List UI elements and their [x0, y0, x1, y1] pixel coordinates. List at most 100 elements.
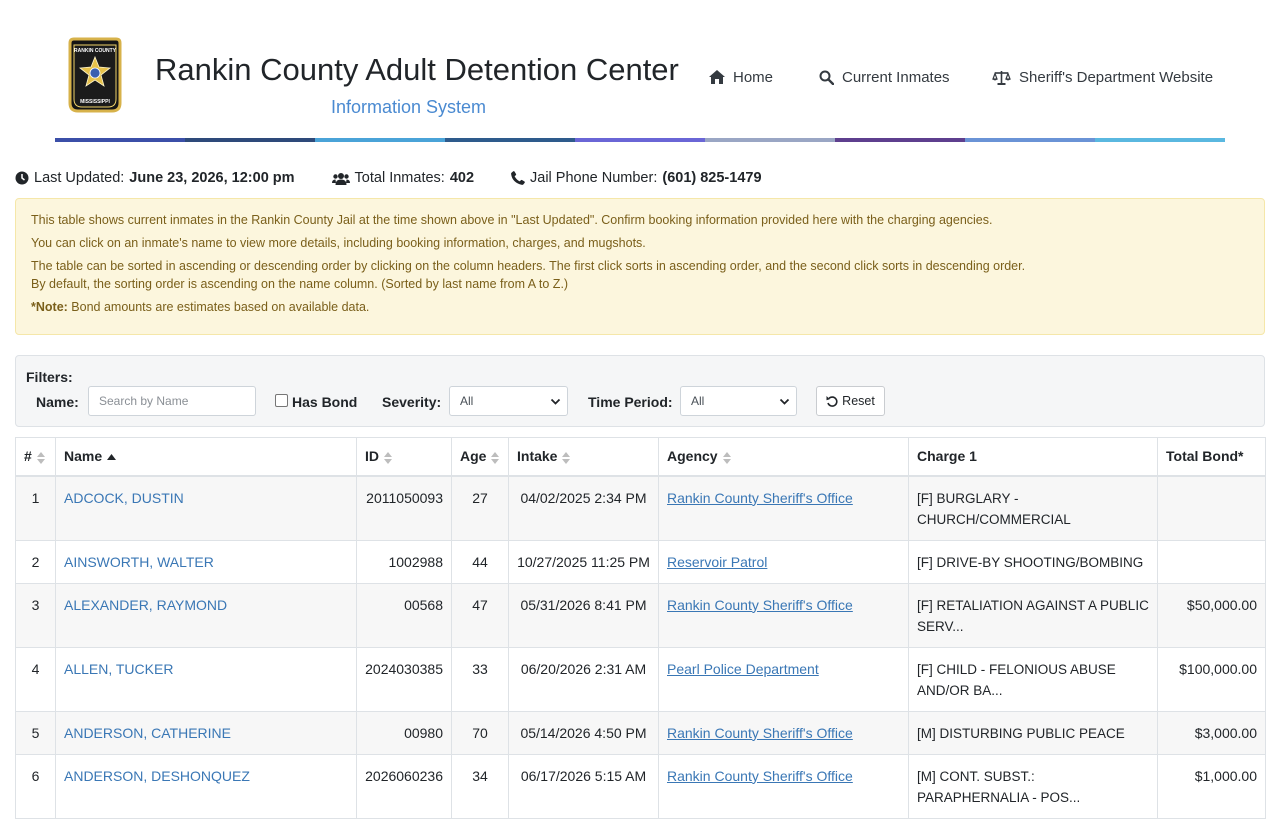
notice-line: You can click on an inmate's name to vie… — [31, 236, 646, 250]
column-header-agency[interactable]: Agency — [658, 437, 909, 477]
notice-line: This table shows current inmates in the … — [31, 213, 993, 227]
column-header-total-bond: Total Bond* — [1157, 437, 1266, 477]
cell-charge: [M] DISTURBING PUBLIC PEACE — [908, 710, 1158, 755]
cell-charge: [F] DRIVE-BY SHOOTING/BOMBING — [908, 539, 1158, 584]
cell-age: 34 — [451, 753, 509, 819]
chevron-down-icon — [779, 398, 790, 405]
last-updated-value: June 23, 2026, 12:00 pm — [129, 170, 295, 186]
svg-text:MISSISSIPPI: MISSISSIPPI — [80, 99, 110, 105]
undo-icon — [826, 396, 838, 407]
cell-name: ADCOCK, DUSTIN — [55, 475, 357, 541]
sort-asc-icon — [107, 454, 117, 461]
table-row: 6 ANDERSON, DESHONQUEZ 2026060236 34 06/… — [15, 753, 1266, 819]
cell-name: AINSWORTH, WALTER — [55, 539, 357, 584]
cell-name: ALLEN, TUCKER — [55, 646, 357, 712]
severity-select[interactable]: All — [449, 386, 568, 416]
inmate-name-link[interactable]: ANDERSON, DESHONQUEZ — [64, 768, 250, 784]
cell-agency: Pearl Police Department — [658, 646, 909, 712]
nav-home[interactable]: Home — [709, 67, 773, 87]
cell-id: 1002988 — [356, 539, 452, 584]
cell-intake: 05/31/2026 8:41 PM — [508, 582, 659, 648]
nav-sheriff-website[interactable]: Sheriff's Department Website — [992, 67, 1213, 87]
sheriff-badge-logo[interactable]: RANKIN COUNTY MISSISSIPPI — [66, 37, 124, 115]
cell-name: ANDERSON, CATHERINE — [55, 710, 357, 755]
agency-link[interactable]: Pearl Police Department — [667, 661, 819, 677]
has-bond-checkbox[interactable] — [275, 394, 288, 407]
total-inmates-value: 402 — [449, 170, 475, 186]
nav-home-label: Home — [733, 68, 774, 86]
chevron-down-icon — [550, 398, 561, 405]
inmate-name-link[interactable]: ALEXANDER, RAYMOND — [64, 597, 227, 613]
cell-charge: [F] BURGLARY - CHURCH/COMMERCIAL — [908, 475, 1158, 541]
inmate-name-link[interactable]: ADCOCK, DUSTIN — [64, 490, 184, 506]
total-inmates: Total Inmates: 402 — [331, 169, 475, 187]
agency-link[interactable]: Rankin County Sheriff's Office — [667, 490, 853, 506]
column-header-id[interactable]: ID — [356, 437, 452, 477]
header-color-stripe — [55, 138, 1225, 142]
cell-bond: $100,000.00 — [1157, 646, 1266, 712]
has-bond-label[interactable]: Has Bond — [292, 394, 357, 410]
inmate-name-link[interactable]: ALLEN, TUCKER — [64, 661, 173, 677]
cell-id: 2026060236 — [356, 753, 452, 819]
name-search-input[interactable] — [88, 386, 256, 416]
cell-number: 1 — [15, 475, 56, 541]
table-header-row: # Name ID Age Intake Agency Charge 1 Tot… — [15, 437, 1266, 477]
nav-current-inmates[interactable]: Current Inmates — [819, 67, 950, 87]
phone-icon — [511, 171, 525, 185]
cell-charge: [F] RETALIATION AGAINST A PUBLIC SERV... — [908, 582, 1158, 648]
cell-number: 6 — [15, 753, 56, 819]
agency-link[interactable]: Rankin County Sheriff's Office — [667, 768, 853, 784]
column-header-name[interactable]: Name — [55, 437, 357, 477]
cell-bond: $1,000.00 — [1157, 753, 1266, 819]
reset-button-label: Reset — [842, 394, 875, 408]
inmate-name-link[interactable]: ANDERSON, CATHERINE — [64, 725, 231, 741]
cell-age: 47 — [451, 582, 509, 648]
cell-age: 70 — [451, 710, 509, 755]
inmate-name-link[interactable]: AINSWORTH, WALTER — [64, 554, 214, 570]
cell-bond: $50,000.00 — [1157, 582, 1266, 648]
time-period-select-value: All — [691, 394, 705, 408]
table-row: 3 ALEXANDER, RAYMOND 00568 47 05/31/2026… — [15, 582, 1266, 648]
cell-intake: 04/02/2025 2:34 PM — [508, 475, 659, 541]
time-period-select[interactable]: All — [680, 386, 797, 416]
page-title: Rankin County Adult Detention Center — [155, 52, 679, 87]
cell-id: 2024030385 — [356, 646, 452, 712]
cell-name: ANDERSON, DESHONQUEZ — [55, 753, 357, 819]
sort-icon — [384, 451, 392, 464]
cell-agency: Rankin County Sheriff's Office — [658, 753, 909, 819]
cell-number: 2 — [15, 539, 56, 584]
reset-button[interactable]: Reset — [816, 386, 885, 416]
column-header-age[interactable]: Age — [451, 437, 509, 477]
cell-intake: 10/27/2025 11:25 PM — [508, 539, 659, 584]
cell-intake: 06/20/2026 2:31 AM — [508, 646, 659, 712]
column-header-intake[interactable]: Intake — [508, 437, 659, 477]
agency-link[interactable]: Rankin County Sheriff's Office — [667, 725, 853, 741]
clock-icon — [15, 171, 29, 185]
jail-phone-value: (601) 825-1479 — [662, 170, 762, 186]
filters-panel: Filters: Name: Has Bond Severity: All Ti… — [15, 355, 1265, 427]
table-row: 4 ALLEN, TUCKER 2024030385 33 06/20/2026… — [15, 646, 1266, 712]
cell-bond — [1157, 475, 1266, 541]
severity-label: Severity: — [382, 394, 442, 410]
cell-name: ALEXANDER, RAYMOND — [55, 582, 357, 648]
page-header: RANKIN COUNTY MISSISSIPPI Rankin County … — [0, 0, 1280, 145]
table-row: 1 ADCOCK, DUSTIN 2011050093 27 04/02/202… — [15, 475, 1266, 541]
page-subtitle: Information System — [330, 97, 487, 117]
cell-charge: [M] CONT. SUBST.: PARAPHERNALIA - POS... — [908, 753, 1158, 819]
agency-link[interactable]: Reservoir Patrol — [667, 554, 767, 570]
sort-icon — [722, 451, 731, 464]
cell-number: 3 — [15, 582, 56, 648]
inmates-table: # Name ID Age Intake Agency Charge 1 Tot… — [15, 437, 1266, 819]
agency-link[interactable]: Rankin County Sheriff's Office — [667, 597, 853, 613]
svg-text:RANKIN COUNTY: RANKIN COUNTY — [74, 48, 117, 54]
table-row: 2 AINSWORTH, WALTER 1002988 44 10/27/202… — [15, 539, 1266, 584]
column-header-number[interactable]: # — [15, 437, 56, 477]
cell-age: 33 — [451, 646, 509, 712]
cell-agency: Rankin County Sheriff's Office — [658, 710, 909, 755]
jail-phone: Jail Phone Number: (601) 825-1479 — [511, 169, 762, 187]
notice-box: This table shows current inmates in the … — [15, 198, 1265, 335]
notice-line: The table can be sorted in ascending or … — [31, 259, 1026, 273]
column-header-charge: Charge 1 — [908, 437, 1158, 477]
notice-line: By default, the sorting order is ascendi… — [31, 277, 569, 291]
cell-number: 5 — [15, 710, 56, 755]
